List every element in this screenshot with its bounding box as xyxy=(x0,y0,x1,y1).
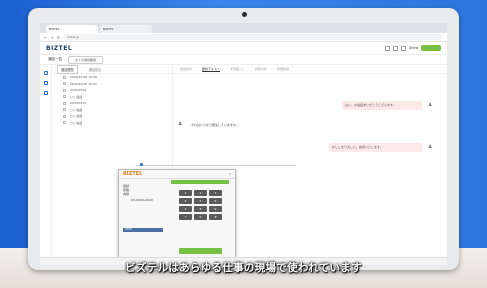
list-item-label: XXXXXXXX xyxy=(70,88,87,93)
browser-tab[interactable]: BIZTEL xyxy=(46,25,98,33)
dial-key[interactable]: 9 xyxy=(209,206,222,212)
laptop: BIZTEL BIZTEL ← → ↻ biztel.jp BIZTEL Shi… xyxy=(28,8,459,270)
forward-icon[interactable]: → xyxy=(50,35,53,40)
url-field[interactable]: biztel.jp xyxy=(63,34,443,40)
list-item-label: ○○ 電話 xyxy=(70,107,83,112)
dial-key[interactable]: 5 xyxy=(194,198,207,204)
app-logo: BIZTEL xyxy=(46,44,73,52)
checkbox[interactable] xyxy=(63,108,66,112)
user-name[interactable]: Shiro xyxy=(409,46,418,50)
extension-field[interactable]: XXXX xyxy=(123,228,163,232)
call-button[interactable] xyxy=(179,248,222,254)
back-icon[interactable]: ← xyxy=(44,35,47,40)
dial-key[interactable]: 6 xyxy=(209,198,222,204)
tab-full-text[interactable]: 会話全文 xyxy=(180,67,192,71)
list-item-label: ○○ 電話 xyxy=(70,114,83,119)
checkbox[interactable] xyxy=(63,95,66,99)
user-icon: ♟ xyxy=(428,144,433,150)
checkbox[interactable] xyxy=(63,82,66,86)
browser-tab[interactable]: BIZTEL xyxy=(100,25,152,33)
webcam xyxy=(242,12,247,17)
settings-icon[interactable] xyxy=(385,45,391,51)
dial-key[interactable]: * xyxy=(179,214,192,220)
message-bubble: かしこまりました。確認いたします。 xyxy=(329,143,422,152)
reload-icon[interactable]: ↻ xyxy=(57,35,60,40)
settings-icon[interactable] xyxy=(43,91,48,95)
checkbox[interactable] xyxy=(63,101,66,105)
browser-tabbar: BIZTEL BIZTEL xyxy=(40,23,447,33)
status-bar xyxy=(171,180,229,184)
dial-key[interactable]: 8 xyxy=(194,206,207,212)
list-item-label: ○○ 電話 xyxy=(70,120,83,125)
phone-number: 03-XXXX-XXXX xyxy=(131,198,153,202)
tab-call-history[interactable]: 通話履歴 xyxy=(57,64,78,74)
list-item-label: ○○ 電話 xyxy=(70,94,83,99)
checkbox[interactable] xyxy=(63,75,66,79)
info-line: 内線 xyxy=(123,192,130,196)
sub-header: 通話一覧 全ての通話履歴 xyxy=(40,55,447,65)
dial-key[interactable]: 2 xyxy=(194,190,207,196)
app-header: BIZTEL Shiro xyxy=(40,42,447,55)
tab-transcription[interactable]: 文字起こし xyxy=(230,67,245,71)
checkbox[interactable] xyxy=(63,88,66,92)
list-item[interactable]: ○○ 電話 xyxy=(53,120,172,127)
laptop-screen: BIZTEL BIZTEL ← → ↻ biztel.jp BIZTEL Shi… xyxy=(40,23,447,265)
tab-summary[interactable]: 要約テキスト xyxy=(202,67,220,72)
address-bar-row: ← → ↻ biztel.jp xyxy=(40,33,447,42)
tab-call-stats[interactable]: 通話統計 xyxy=(86,66,105,73)
list-item-label: XXXXXXXX xyxy=(70,101,87,106)
notification-icon[interactable] xyxy=(401,45,407,51)
list-item-label: 2024/10/30 10:30 xyxy=(70,75,97,80)
header-action-button[interactable] xyxy=(421,45,441,51)
sidebar xyxy=(40,65,52,265)
user-icon: ♟ xyxy=(178,121,183,127)
message-bubble: それはいつから発生していますか。 xyxy=(188,121,298,130)
dial-keypad: 1 2 3 4 5 6 7 8 9 * 0 # xyxy=(179,190,222,220)
playback-handle[interactable] xyxy=(140,163,143,166)
dial-key[interactable]: 3 xyxy=(209,190,222,196)
dial-key[interactable]: 4 xyxy=(179,198,192,204)
help-icon[interactable] xyxy=(393,45,399,51)
dial-key[interactable]: 1 xyxy=(179,190,192,196)
checkbox[interactable] xyxy=(63,114,66,118)
dial-key[interactable]: # xyxy=(209,214,222,220)
call-info: 通話 受信 内線 xyxy=(123,184,129,196)
report-icon[interactable] xyxy=(43,81,48,85)
softphone-logo: BIZTEL xyxy=(123,171,143,177)
list-item-label: 2024/10/30 10:32 xyxy=(70,81,97,86)
call-log-icon[interactable] xyxy=(43,71,48,75)
dial-key[interactable]: 0 xyxy=(194,214,207,220)
page-title: 通話一覧 xyxy=(48,57,62,61)
tab-sentiment[interactable]: 感情分析 xyxy=(255,67,267,71)
playback-timeline[interactable] xyxy=(136,165,296,166)
close-icon[interactable]: × xyxy=(228,172,231,176)
dial-key[interactable]: 7 xyxy=(179,206,192,212)
tab-evaluation[interactable]: 評価情報 xyxy=(277,67,289,71)
user-icon: ♟ xyxy=(428,102,433,108)
filter-tab[interactable]: 全ての通話履歴 xyxy=(68,55,104,64)
checkbox[interactable] xyxy=(63,121,66,125)
softphone-window: BIZTEL × 通話 受信 内線 03-XXXX-XXXX XXXX 1 2 … xyxy=(118,169,236,261)
message-bubble: はい、お電話ありがとうございます。 xyxy=(342,101,422,110)
video-caption: ビズテルはあらゆる仕事の現場で使われています xyxy=(125,262,362,274)
